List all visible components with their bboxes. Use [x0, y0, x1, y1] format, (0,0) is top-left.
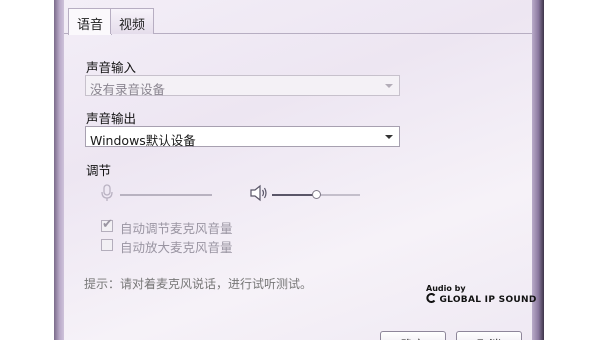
background-window-edge-right	[530, 0, 544, 340]
sound-output-select[interactable]: Windows默认设备	[85, 126, 400, 148]
sound-input-select[interactable]: 没有录音设备	[85, 75, 400, 97]
speaker-icon	[249, 184, 269, 205]
ok-button[interactable]: 确定	[380, 331, 446, 340]
tab-voice[interactable]: 语音	[68, 8, 113, 35]
microphone-icon	[100, 184, 114, 205]
speaker-volume-slider[interactable]	[272, 190, 360, 199]
sound-input-label: 声音输入	[86, 60, 137, 75]
auto-boost-mic-label: 自动放大麦克风音量	[120, 240, 233, 255]
auto-boost-mic-checkbox[interactable]	[101, 239, 113, 251]
adjust-label: 调节	[86, 163, 112, 178]
checkmark-icon: ✔	[102, 217, 113, 232]
audio-settings-dialog: 语音 视频 声音输入 没有录音设备 声音输出 Windows默认设备 调节 ✔	[64, 0, 536, 340]
sound-input-value: 没有录音设备	[90, 82, 166, 97]
hint-text: 提示：请对着麦克风说话，进行试听测试。	[84, 277, 313, 291]
auto-adjust-mic-checkbox[interactable]: ✔	[101, 217, 113, 232]
brand-name: GLOBAL IP SOUND	[439, 295, 537, 305]
chevron-down-icon	[385, 84, 393, 88]
speaker-volume-fill	[272, 194, 316, 196]
microphone-volume-slider[interactable]	[120, 194, 212, 196]
tab-video[interactable]: 视频	[110, 8, 155, 34]
brand-mark-icon	[426, 293, 436, 303]
auto-adjust-mic-label: 自动调节麦克风音量	[120, 221, 233, 236]
tab-bar: 语音 视频	[64, 8, 532, 35]
cancel-button[interactable]: 取消	[456, 331, 522, 340]
sound-output-value: Windows默认设备	[90, 133, 196, 148]
speaker-volume-thumb[interactable]	[311, 190, 321, 199]
chevron-down-icon	[385, 135, 393, 139]
sound-output-label: 声音输出	[86, 111, 137, 126]
brand-caption: Audio by	[426, 284, 466, 293]
